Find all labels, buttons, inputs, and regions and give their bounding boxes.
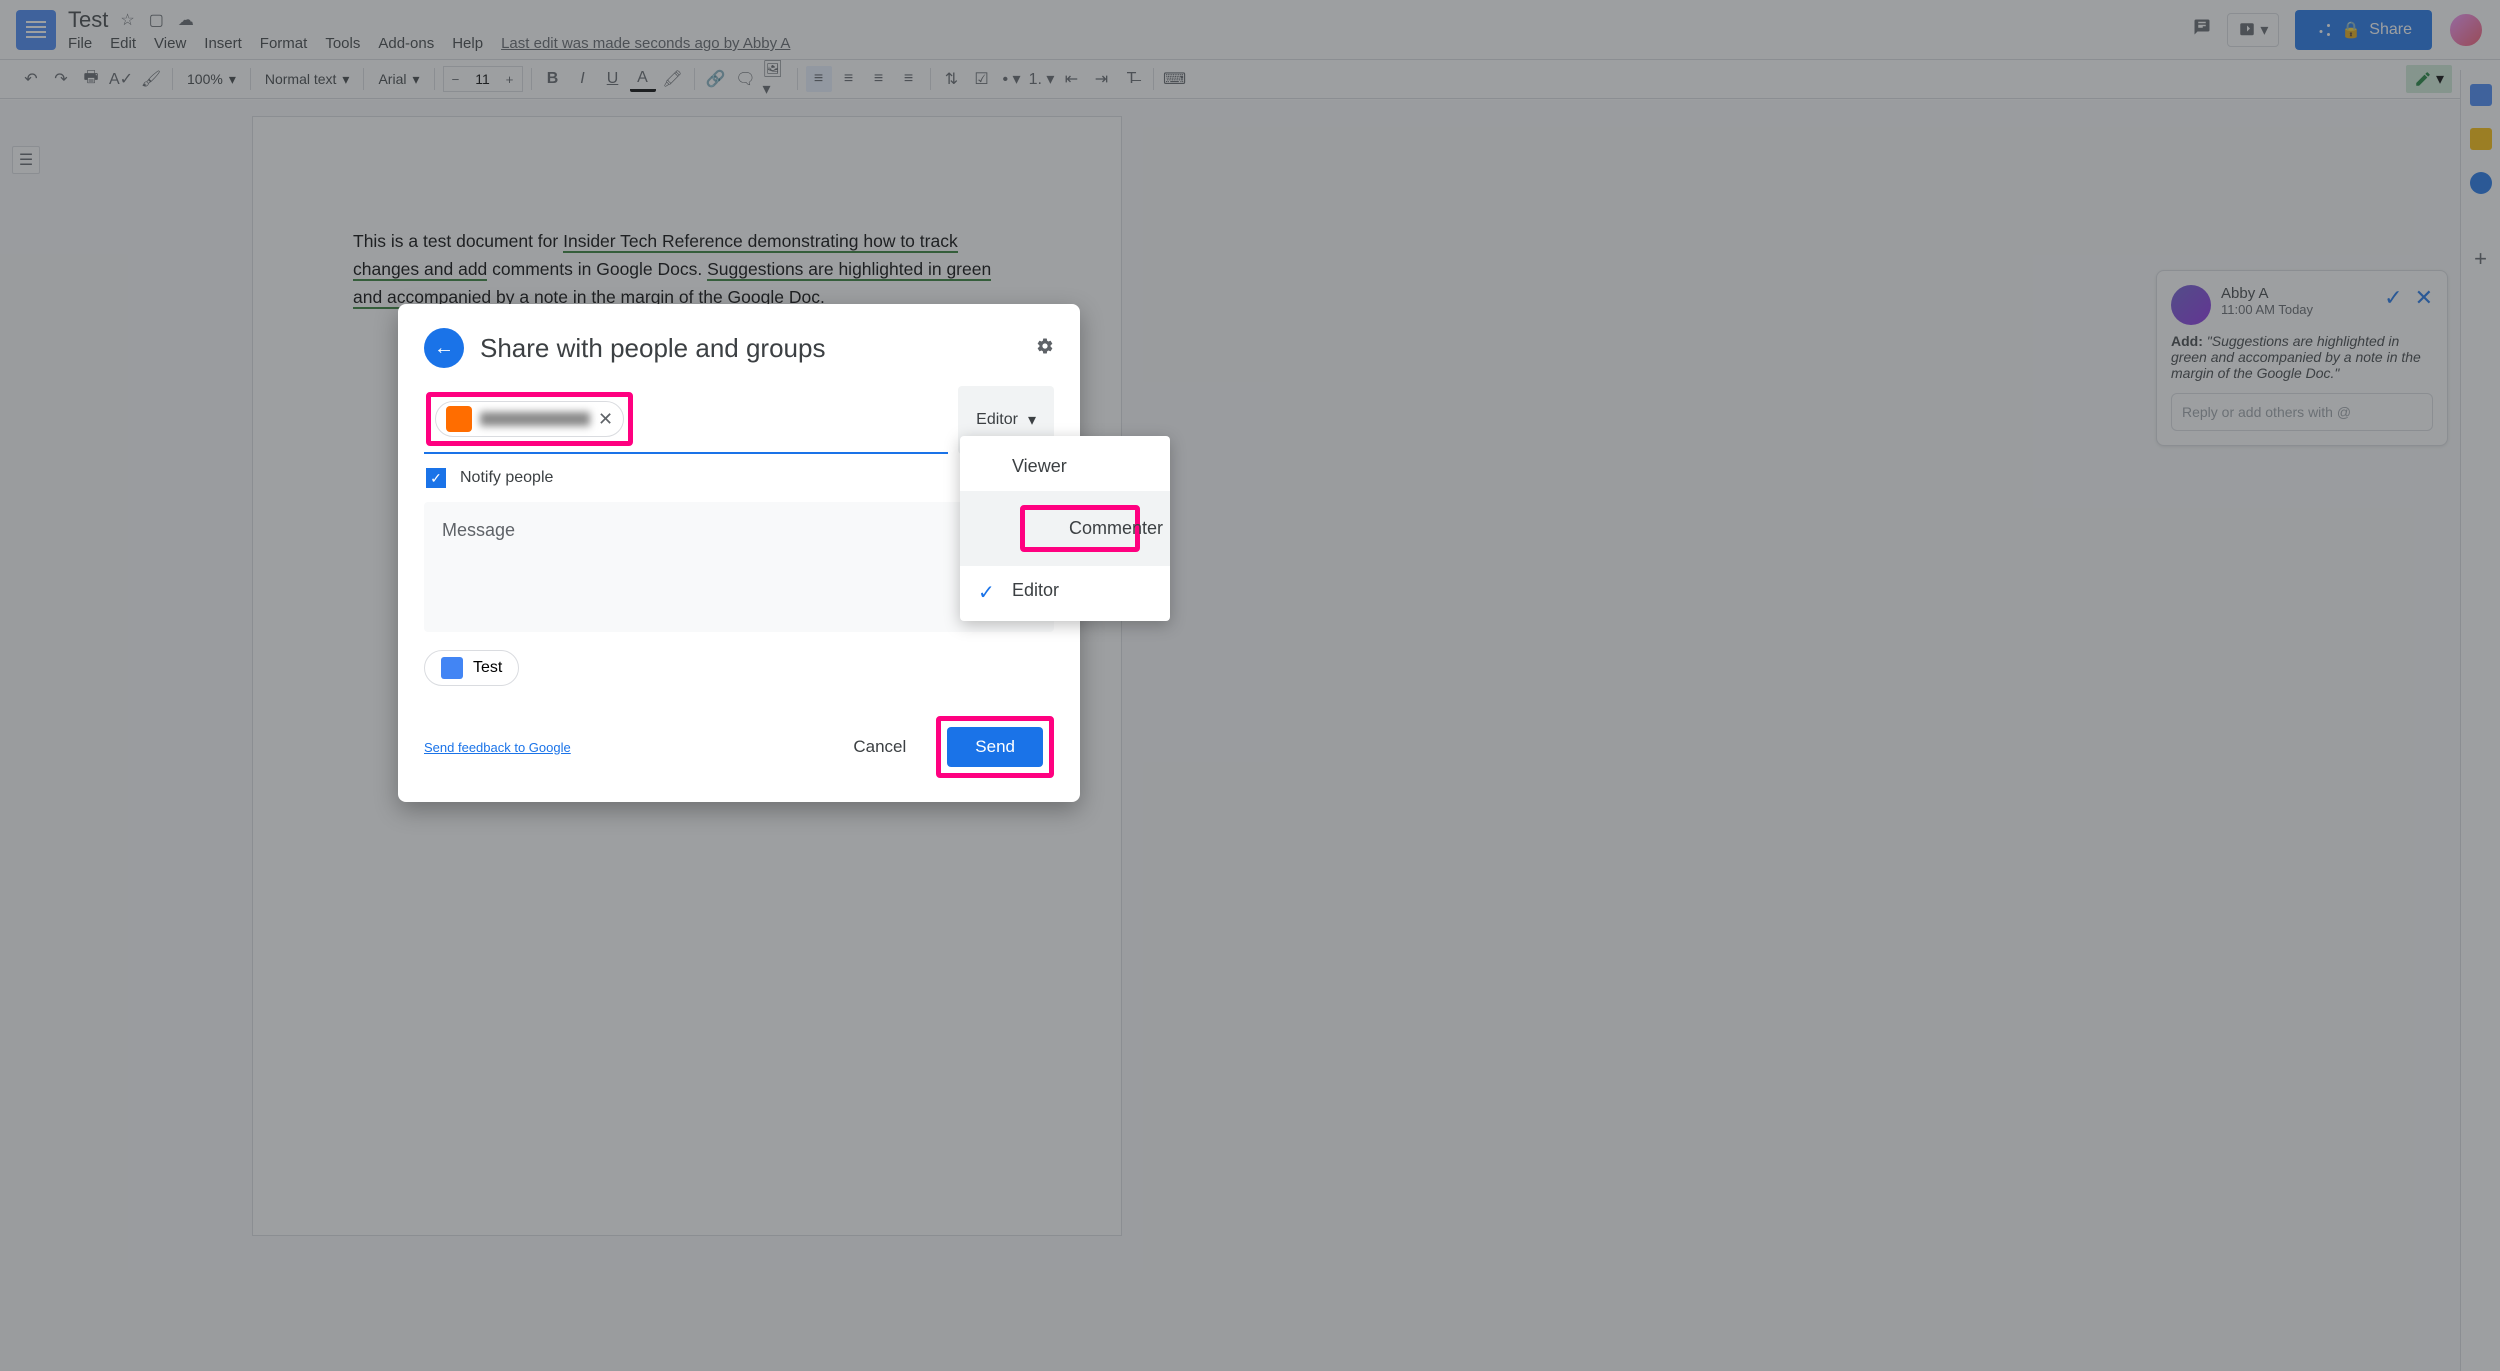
role-select-label: Editor [976, 411, 1018, 429]
notify-label: Notify people [460, 469, 553, 487]
chip-name-blurred [480, 412, 590, 426]
people-input[interactable]: ✕ [424, 386, 948, 454]
role-option-commenter[interactable]: Commenter [1069, 518, 1163, 538]
role-option-commenter-wrap: Commenter [960, 491, 1170, 566]
person-chip[interactable]: ✕ [435, 401, 624, 437]
chip-avatar-icon [446, 406, 472, 432]
modal-overlay[interactable] [0, 0, 2500, 1371]
notify-checkbox[interactable]: ✓ [426, 468, 446, 488]
dialog-title: Share with people and groups [480, 333, 1020, 364]
annotation-highlight: ✕ [426, 392, 633, 446]
feedback-link[interactable]: Send feedback to Google [424, 740, 571, 755]
annotation-highlight: Commenter [1020, 505, 1140, 552]
back-button[interactable]: ← [424, 328, 464, 368]
chevron-down-icon: ▾ [1028, 410, 1036, 430]
role-dropdown: Viewer Commenter Editor [960, 436, 1170, 621]
send-button[interactable]: Send [947, 727, 1043, 767]
remove-chip-icon[interactable]: ✕ [598, 409, 613, 430]
settings-gear-icon[interactable] [1036, 337, 1054, 360]
role-option-viewer[interactable]: Viewer [960, 442, 1170, 491]
docs-file-icon [441, 657, 463, 679]
doc-chip-label: Test [473, 659, 502, 677]
attached-doc-chip[interactable]: Test [424, 650, 519, 686]
role-option-editor[interactable]: Editor [960, 566, 1170, 615]
cancel-button[interactable]: Cancel [839, 727, 920, 767]
annotation-highlight: Send [936, 716, 1054, 778]
